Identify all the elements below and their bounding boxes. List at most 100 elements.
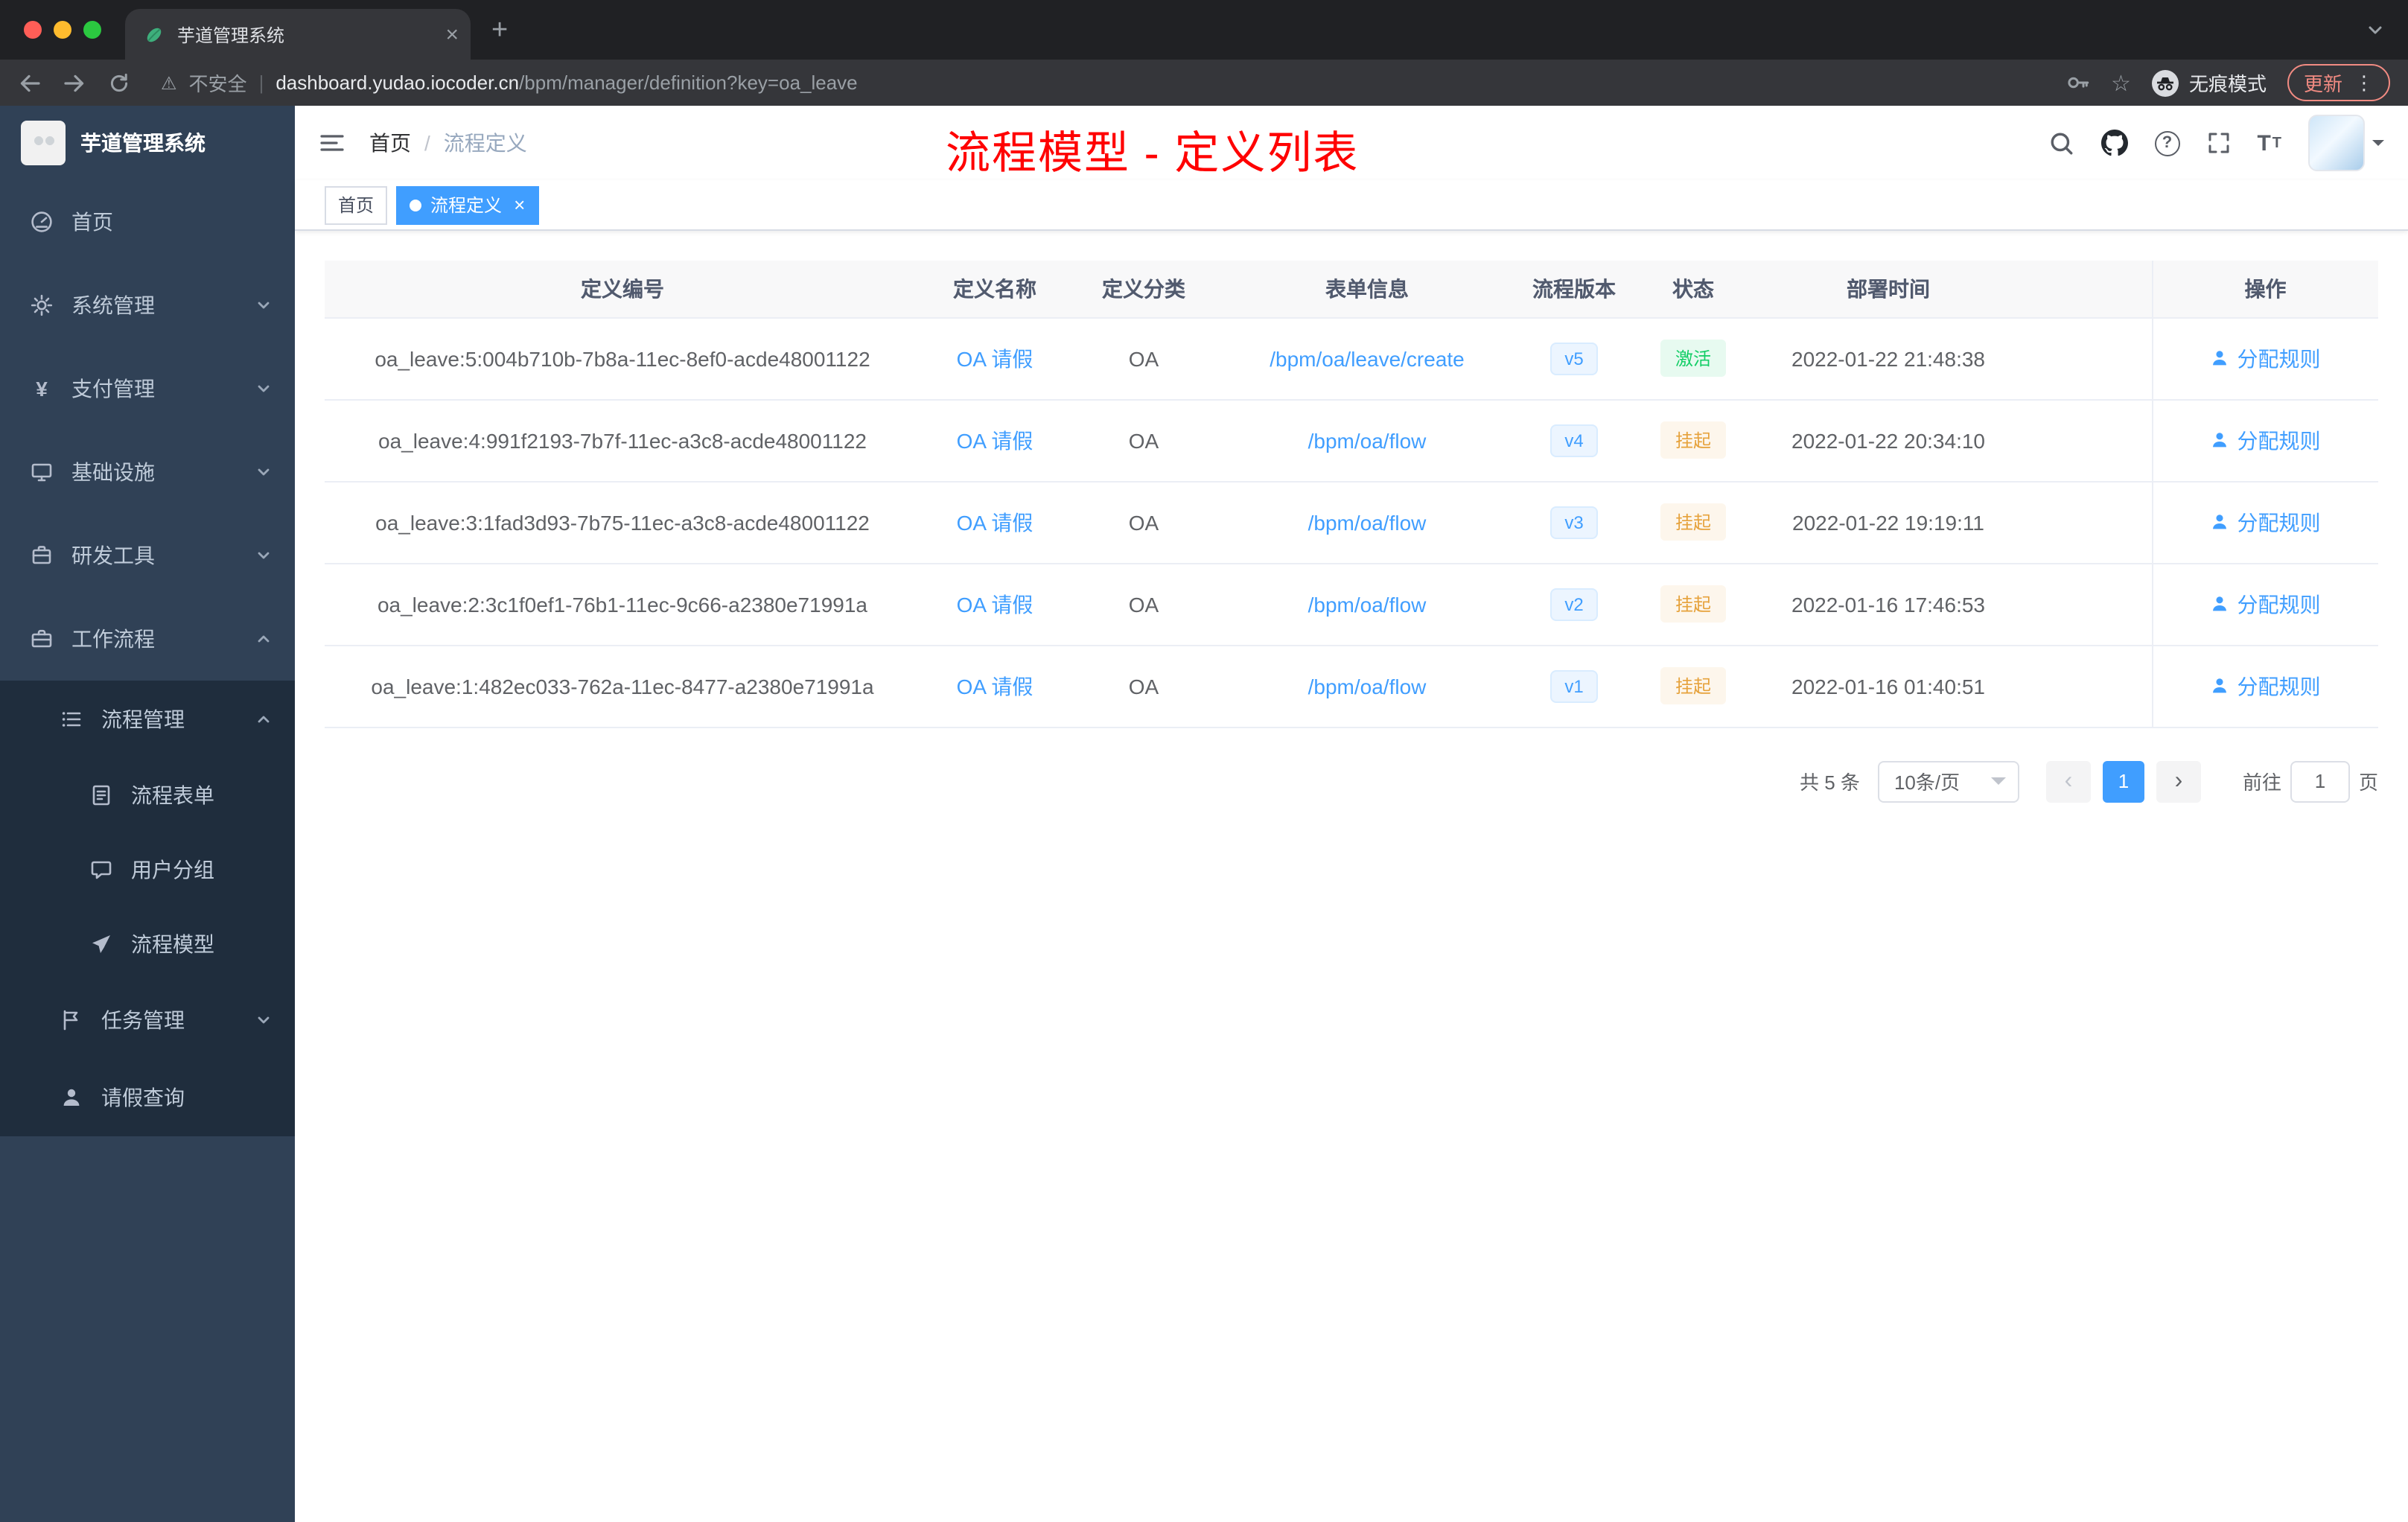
sidebar-item-label: 首页	[71, 210, 113, 234]
search-icon[interactable]	[2048, 130, 2074, 156]
page-url: dashboard.yudao.iocoder.cn/bpm/manager/d…	[275, 71, 857, 94]
active-dot	[410, 199, 422, 211]
flag-icon	[60, 1008, 83, 1032]
form-link[interactable]: /bpm/oa/flow	[1308, 510, 1427, 534]
form-link[interactable]: /bpm/oa/flow	[1308, 428, 1427, 452]
cell-version: v3	[1516, 481, 1632, 564]
sidebar-item-task-mgmt[interactable]: 任务管理	[0, 981, 295, 1059]
assign-rule-link[interactable]: 分配规则	[2211, 343, 2321, 373]
sidebar-item-user-group[interactable]: 用户分组	[0, 832, 295, 907]
sidebar-item-label: 请假查询	[101, 1086, 185, 1109]
col-deploy-time: 部署时间	[1754, 261, 2022, 318]
current-page-button[interactable]: 1	[2102, 760, 2144, 802]
workflow-submenu: 流程管理 流程表单 用户分组 流程模型 任务管理 请假查询	[0, 681, 295, 1136]
minimize-window-button[interactable]	[54, 21, 71, 39]
help-icon[interactable]: ?	[2154, 130, 2180, 156]
status-badge: 挂起	[1660, 421, 1726, 459]
new-tab-button[interactable]: +	[491, 16, 508, 44]
zoom-window-button[interactable]	[83, 21, 101, 39]
header-actions: ? TT	[2048, 115, 2384, 171]
next-page-button[interactable]: ›	[2156, 760, 2201, 802]
dashboard-icon	[30, 210, 54, 234]
definition-name-link[interactable]: OA 请假	[957, 592, 1033, 616]
chevron-down-icon	[256, 548, 271, 563]
table-row: oa_leave:1:482ec033-762a-11ec-8477-a2380…	[325, 645, 2378, 727]
cell-category: OA	[1069, 563, 1218, 646]
user-menu[interactable]	[2308, 115, 2384, 171]
breadcrumb-home[interactable]: 首页	[369, 128, 411, 158]
hamburger-icon[interactable]	[319, 130, 345, 156]
user-icon	[2213, 678, 2227, 693]
assign-rule-link[interactable]: 分配规则	[2211, 671, 2321, 701]
col-definition-id: 定义编号	[325, 261, 920, 318]
cell-filler	[2022, 399, 2152, 482]
avatar[interactable]	[2308, 115, 2365, 171]
tab-close-icon[interactable]: ×	[445, 23, 459, 45]
sidebar-item-process-form[interactable]: 流程表单	[0, 758, 295, 832]
sidebar-item-process-mgmt[interactable]: 流程管理	[0, 681, 295, 758]
cell-status: 挂起	[1632, 563, 1754, 646]
cell-definition-id: oa_leave:2:3c1f0ef1-76b1-11ec-9c66-a2380…	[325, 563, 920, 646]
page-size-select[interactable]: 10条/页	[1877, 760, 2019, 802]
assign-rule-link[interactable]: 分配规则	[2211, 589, 2321, 619]
sidebar-item-label: 基础设施	[71, 460, 155, 484]
sidebar-item-devtools[interactable]: 研发工具	[0, 514, 295, 597]
close-window-button[interactable]	[24, 21, 42, 39]
sidebar-item-workflow[interactable]: 工作流程	[0, 597, 295, 681]
col-version: 流程版本	[1516, 261, 1632, 318]
cell-category: OA	[1069, 399, 1218, 482]
user-icon	[2213, 515, 2227, 529]
github-icon[interactable]	[2100, 130, 2128, 156]
address-bar[interactable]: ⚠ 不安全 | dashboard.yudao.iocoder.cn/bpm/m…	[161, 69, 2044, 97]
definition-name-link[interactable]: OA 请假	[957, 674, 1033, 698]
version-badge: v3	[1549, 506, 1599, 538]
cell-filler	[2022, 645, 2152, 727]
browser-menu-icon[interactable]: ⋮	[2354, 71, 2374, 95]
definition-name-link[interactable]: OA 请假	[957, 510, 1033, 534]
window-controls	[0, 21, 125, 39]
form-link[interactable]: /bpm/oa/flow	[1308, 674, 1427, 698]
chevron-down-icon	[256, 381, 271, 396]
tab-search-chevron-icon[interactable]	[2366, 21, 2384, 39]
sidebar-item-payment[interactable]: ¥ 支付管理	[0, 347, 295, 430]
sidebar-item-home[interactable]: 首页	[0, 180, 295, 264]
definition-name-link[interactable]: OA 请假	[957, 346, 1033, 370]
bookmark-star-icon[interactable]: ☆	[2111, 69, 2131, 96]
back-icon[interactable]	[18, 71, 42, 95]
form-link[interactable]: /bpm/oa/flow	[1308, 592, 1427, 616]
col-status: 状态	[1632, 261, 1754, 318]
forward-icon[interactable]	[63, 71, 86, 95]
tag-close-icon[interactable]: ×	[514, 195, 525, 214]
assign-rule-link[interactable]: 分配规则	[2211, 507, 2321, 537]
form-link[interactable]: /bpm/oa/leave/create	[1270, 346, 1465, 370]
sidebar-item-process-model[interactable]: 流程模型	[0, 907, 295, 981]
sidebar-item-label: 工作流程	[71, 627, 155, 651]
password-key-icon[interactable]	[2065, 70, 2090, 95]
col-operation: 操作	[2151, 261, 2378, 318]
fullscreen-icon[interactable]	[2206, 131, 2230, 155]
goto-page-input[interactable]	[2290, 760, 2350, 802]
cell-version: v1	[1516, 645, 1632, 727]
pagination-total: 共 5 条	[1800, 771, 1860, 794]
paper-plane-icon	[89, 932, 113, 956]
tag-home[interactable]: 首页	[325, 185, 388, 224]
definition-name-link[interactable]: OA 请假	[957, 428, 1033, 452]
prev-page-button[interactable]: ‹	[2045, 760, 2091, 802]
font-size-icon[interactable]: TT	[2257, 130, 2281, 156]
update-button[interactable]: 更新 ⋮	[2287, 64, 2390, 101]
tag-process-definition[interactable]: 流程定义 ×	[396, 185, 539, 224]
app-header: 首页 / 流程定义 流程模型 - 定义列表 ? T T	[295, 106, 2408, 180]
sidebar-item-label: 系统管理	[71, 293, 155, 317]
sidebar-item-infrastructure[interactable]: 基础设施	[0, 430, 295, 514]
sidebar-item-label: 研发工具	[71, 544, 155, 567]
sidebar-item-label: 支付管理	[71, 377, 155, 401]
user-icon	[2213, 596, 2227, 611]
cell-definition-id: oa_leave:5:004b710b-7b8a-11ec-8ef0-acde4…	[325, 317, 920, 400]
assign-rule-link[interactable]: 分配规则	[2211, 425, 2321, 455]
breadcrumb: 首页 / 流程定义	[369, 128, 527, 158]
sidebar-item-leave-query[interactable]: 请假查询	[0, 1059, 295, 1136]
reload-icon[interactable]	[107, 71, 131, 95]
cell-operation: 分配规则	[2151, 317, 2378, 400]
browser-tab[interactable]: 芋道管理系统 ×	[125, 9, 471, 60]
sidebar-item-system[interactable]: 系统管理	[0, 264, 295, 347]
